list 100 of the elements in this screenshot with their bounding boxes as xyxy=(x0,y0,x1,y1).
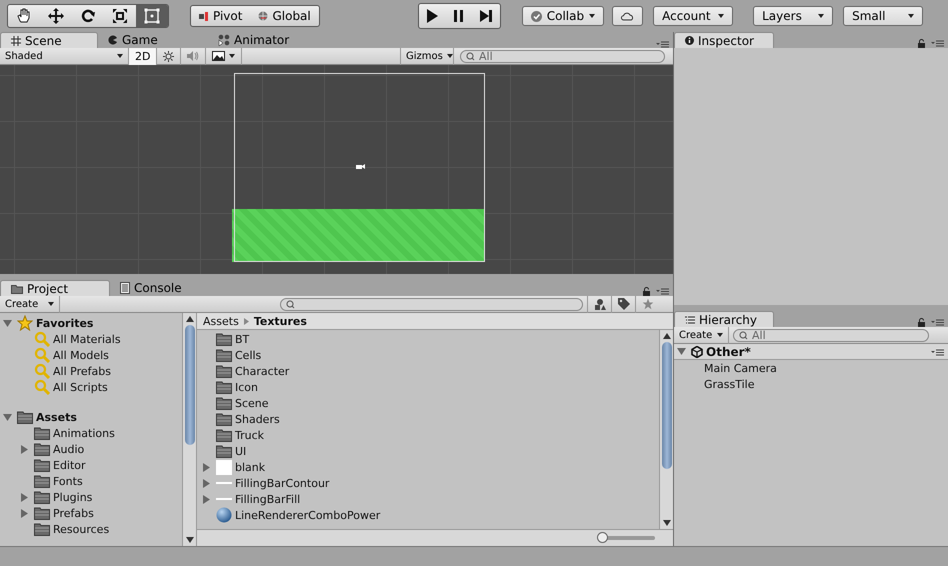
scroll-up-icon xyxy=(662,333,670,339)
panel-menu-icon[interactable] xyxy=(656,288,669,295)
info-icon xyxy=(685,36,694,45)
pivot-toggle[interactable]: Pivot xyxy=(191,6,250,26)
panel-tab[interactable]: Project xyxy=(0,280,110,296)
pivot-icon xyxy=(199,12,209,20)
collapsed-arrow-icon[interactable] xyxy=(202,494,211,504)
folder-icon xyxy=(17,410,33,424)
folder-icon xyxy=(216,428,232,442)
panel-tab[interactable]: Animator xyxy=(208,32,306,48)
tree-item[interactable]: Editor xyxy=(53,458,86,472)
panel-tab[interactable]: Hierarchy xyxy=(674,311,774,327)
panel-tab[interactable]: Inspector xyxy=(674,32,774,48)
hierarchy-item[interactable]: Main Camera xyxy=(704,362,777,374)
panel-tab[interactable]: Scene xyxy=(0,32,98,48)
expanded-arrow-icon[interactable] xyxy=(677,347,686,356)
asset-item[interactable]: Truck xyxy=(235,428,264,442)
tree-item[interactable]: All Models xyxy=(53,348,109,362)
breadcrumb-item[interactable]: Textures xyxy=(254,314,307,328)
panel-menu-icon[interactable] xyxy=(931,40,944,47)
project-search-field[interactable] xyxy=(280,298,583,310)
asset-item[interactable]: LineRendererComboPower xyxy=(235,508,380,522)
scene-name[interactable]: Other* xyxy=(706,344,751,358)
folder-icon xyxy=(34,490,50,504)
asset-item[interactable]: FillingBarContour xyxy=(235,476,330,490)
folder-icon xyxy=(34,474,50,488)
tree-item[interactable]: Fonts xyxy=(53,474,83,488)
tree-item[interactable]: Assets xyxy=(36,410,77,424)
tree-item[interactable]: Favorites xyxy=(36,316,94,330)
nodes-icon xyxy=(218,34,230,46)
lock-icon[interactable] xyxy=(643,287,650,296)
tree-item[interactable]: All Scripts xyxy=(53,380,108,394)
check-circle-icon xyxy=(530,10,542,22)
tree-item[interactable]: Resources xyxy=(53,522,110,536)
lock-icon[interactable] xyxy=(918,318,925,327)
cloud-button[interactable] xyxy=(612,6,644,26)
speaker-icon xyxy=(187,51,200,61)
scale-icon xyxy=(111,7,129,25)
panel-tab[interactable]: Console xyxy=(110,280,208,296)
asset-item[interactable]: blank xyxy=(235,460,266,474)
collapsed-arrow-icon[interactable] xyxy=(20,492,29,502)
dropdown-caret-icon xyxy=(446,54,453,58)
scene-search-field[interactable]: All xyxy=(460,50,665,62)
asset-item[interactable]: BT xyxy=(235,332,250,346)
asset-item[interactable]: Character xyxy=(235,364,290,378)
folder-icon xyxy=(216,380,232,394)
scrollbar[interactable] xyxy=(182,313,196,546)
tree-item[interactable]: Audio xyxy=(53,442,84,456)
hierarchy-search-field[interactable]: All xyxy=(733,328,929,342)
2d-toggle[interactable]: 2D xyxy=(129,48,158,64)
dropdown-caret-icon xyxy=(908,14,914,18)
panel-menu-icon[interactable] xyxy=(656,41,669,48)
shapes-icon xyxy=(594,298,606,310)
panel-tab[interactable]: Game xyxy=(98,32,208,48)
asset-item[interactable]: Icon xyxy=(235,380,258,394)
lock-icon[interactable] xyxy=(918,39,925,48)
camera-gizmo-icon xyxy=(356,163,365,169)
global-toggle[interactable]: Global xyxy=(250,6,319,26)
collab-dropdown[interactable]: Collab xyxy=(522,6,604,26)
layers-dropdown[interactable]: Layers xyxy=(753,6,834,26)
panel-menu-icon[interactable] xyxy=(931,348,944,356)
panel-menu-icon[interactable] xyxy=(931,319,944,326)
slider-thumb[interactable] xyxy=(597,532,608,543)
asset-item[interactable]: Shaders xyxy=(235,412,280,426)
collapsed-arrow-icon[interactable] xyxy=(20,508,29,518)
search-icon xyxy=(286,300,297,308)
folder-icon xyxy=(216,348,232,362)
account-dropdown[interactable]: Account xyxy=(653,6,734,26)
magnifier-icon xyxy=(34,331,50,347)
expanded-arrow-icon[interactable] xyxy=(3,318,12,328)
rect-tool-button[interactable] xyxy=(136,5,168,27)
scene-viewport[interactable] xyxy=(0,65,673,274)
expanded-arrow-icon[interactable] xyxy=(3,412,12,422)
globe-icon xyxy=(258,11,268,21)
scrollbar[interactable] xyxy=(659,330,673,529)
layout-dropdown[interactable]: Small xyxy=(843,6,924,26)
breadcrumb-item[interactable]: Assets xyxy=(203,314,239,328)
asset-item[interactable]: UI xyxy=(235,444,246,458)
collapsed-arrow-icon[interactable] xyxy=(202,462,211,472)
tree-item[interactable]: Plugins xyxy=(53,490,92,504)
list-icon xyxy=(685,316,695,324)
asset-item[interactable]: Scene xyxy=(235,396,269,410)
sphere-icon xyxy=(216,507,232,523)
hierarchy-item[interactable]: GrassTile xyxy=(704,378,755,390)
scroll-down-icon xyxy=(662,520,670,526)
asset-item[interactable]: Cells xyxy=(235,348,262,362)
tree-item[interactable]: Prefabs xyxy=(53,506,94,520)
tree-item[interactable]: All Prefabs xyxy=(53,364,111,378)
image-icon xyxy=(212,51,226,61)
tree-item[interactable]: Animations xyxy=(53,426,115,440)
collapsed-arrow-icon[interactable] xyxy=(202,478,211,488)
collapsed-arrow-icon[interactable] xyxy=(20,444,29,454)
dropdown-caret-icon xyxy=(718,14,724,18)
tree-item[interactable]: All Materials xyxy=(53,332,121,346)
document-icon xyxy=(120,282,130,294)
asset-item[interactable]: FillingBarFill xyxy=(235,492,300,506)
magnifier-icon xyxy=(34,347,50,363)
folder-icon xyxy=(34,442,50,456)
folder-icon xyxy=(216,412,232,426)
scroll-down-icon xyxy=(186,537,194,543)
